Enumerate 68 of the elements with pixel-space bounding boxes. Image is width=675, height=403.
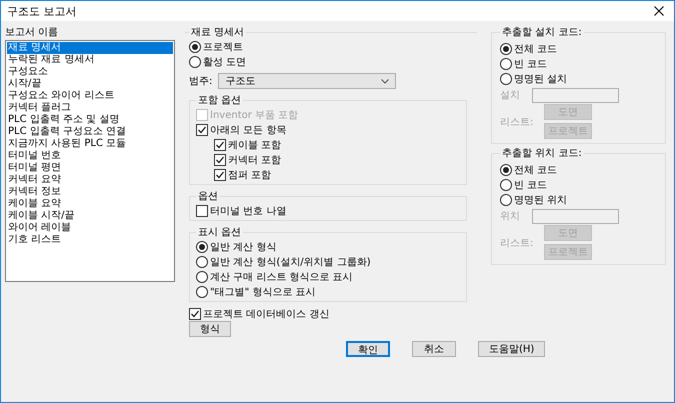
- list-item[interactable]: 커넥터 플러그: [7, 102, 173, 114]
- list-item[interactable]: 케이블 요약: [7, 198, 173, 210]
- list-item[interactable]: 기호 리스트: [7, 234, 173, 246]
- list-label: 보고서 이름: [5, 26, 60, 39]
- group-title: 재료 명세서: [190, 26, 246, 39]
- field-label: 위치: [500, 210, 521, 223]
- radio-label: 전체 코드: [514, 164, 558, 176]
- list-item[interactable]: 재료 명세서: [7, 42, 173, 54]
- list-item[interactable]: 커넥터 요약: [7, 174, 173, 186]
- group-title: 표시 옵션: [197, 226, 242, 239]
- checkbox[interactable]: [196, 124, 208, 136]
- radio-button[interactable]: [189, 40, 201, 52]
- list-item[interactable]: 커넥터 정보: [7, 186, 173, 198]
- radio-label: 빈 코드: [514, 58, 548, 70]
- radio-label: 전체 코드: [514, 42, 558, 56]
- radio-button[interactable]: [189, 56, 201, 68]
- checkbox-label: 터미널 번호 나열: [210, 204, 286, 218]
- checkbox-label: 점퍼 포함: [228, 168, 272, 182]
- radio-label: 일반 계산 형식: [210, 240, 276, 254]
- radio-button[interactable]: [196, 286, 208, 298]
- list-label: 리스트:: [500, 116, 534, 128]
- group-title: 포함 옵션: [197, 94, 242, 107]
- list-item[interactable]: 터미널 번호: [7, 150, 173, 162]
- radio-label: 빈 코드: [514, 178, 548, 192]
- checkbox[interactable]: [214, 138, 226, 150]
- category-label: 범주:: [189, 75, 212, 88]
- list-item[interactable]: 와이어 레이블: [7, 222, 173, 234]
- format-button[interactable]: 형식: [189, 321, 231, 337]
- dialog-button[interactable]: 도움말(H): [478, 341, 546, 357]
- checkbox[interactable]: [214, 154, 226, 166]
- field-label: 설치: [500, 89, 521, 102]
- category-dropdown[interactable]: 구조도: [218, 73, 396, 89]
- dialog-button[interactable]: 확인: [346, 341, 390, 357]
- list-item[interactable]: 케이블 시작/끝: [7, 210, 173, 222]
- list-item[interactable]: PLC 입출력 주소 및 설명: [7, 114, 173, 126]
- list-item[interactable]: 지금까지 사용된 PLC 모듈: [7, 138, 173, 150]
- group-title: 추출할 설치 코드:: [501, 26, 583, 39]
- list-item[interactable]: 시작/끝: [7, 78, 173, 90]
- radio-button[interactable]: [196, 240, 208, 252]
- close-icon: [654, 6, 664, 16]
- group-title: 옵션: [197, 190, 219, 203]
- radio-label: 명명된 설치: [514, 72, 568, 86]
- radio-label: "태그별" 형식으로 표시: [210, 286, 316, 298]
- checkbox-label: Inventor 부품 포함: [210, 108, 298, 122]
- radio-label: 일반 계산 형식(설치/위치별 그룹화): [210, 256, 371, 268]
- dialog-button[interactable]: 취소: [412, 341, 456, 357]
- list-item[interactable]: PLC 입출력 구성요소 연결: [7, 126, 173, 138]
- radio-label: 명명된 위치: [514, 194, 568, 206]
- checkbox-label: 커넥터 포함: [228, 154, 282, 166]
- radio-label: 프로젝트: [203, 40, 243, 54]
- radio-button[interactable]: [196, 256, 208, 268]
- checkbox-label: 케이블 포함: [228, 138, 282, 152]
- checkbox[interactable]: [196, 204, 208, 216]
- radio-label: 활성 도면: [203, 56, 246, 68]
- list-item[interactable]: 터미널 평면: [7, 162, 173, 174]
- radio-button[interactable]: [196, 270, 208, 282]
- list-item[interactable]: 구성요소: [7, 66, 173, 78]
- checkbox[interactable]: [214, 168, 226, 180]
- group-title: 추출할 위치 코드:: [501, 147, 583, 160]
- list-item[interactable]: 누락된 재료 명세서: [7, 54, 173, 66]
- checkbox[interactable]: [189, 308, 201, 320]
- list-label: 리스트:: [500, 236, 534, 250]
- window-title: 구조도 보고서: [7, 4, 76, 18]
- radio-label: 계산 구매 리스트 형식으로 표시: [210, 270, 353, 284]
- list-item[interactable]: 구성요소 와이어 리스트: [7, 90, 173, 102]
- checkbox-label: 프로젝트 데이터베이스 갱신: [203, 308, 330, 320]
- checkbox-label: 아래의 모든 항목: [210, 124, 286, 136]
- chevron-icon: [381, 78, 390, 84]
